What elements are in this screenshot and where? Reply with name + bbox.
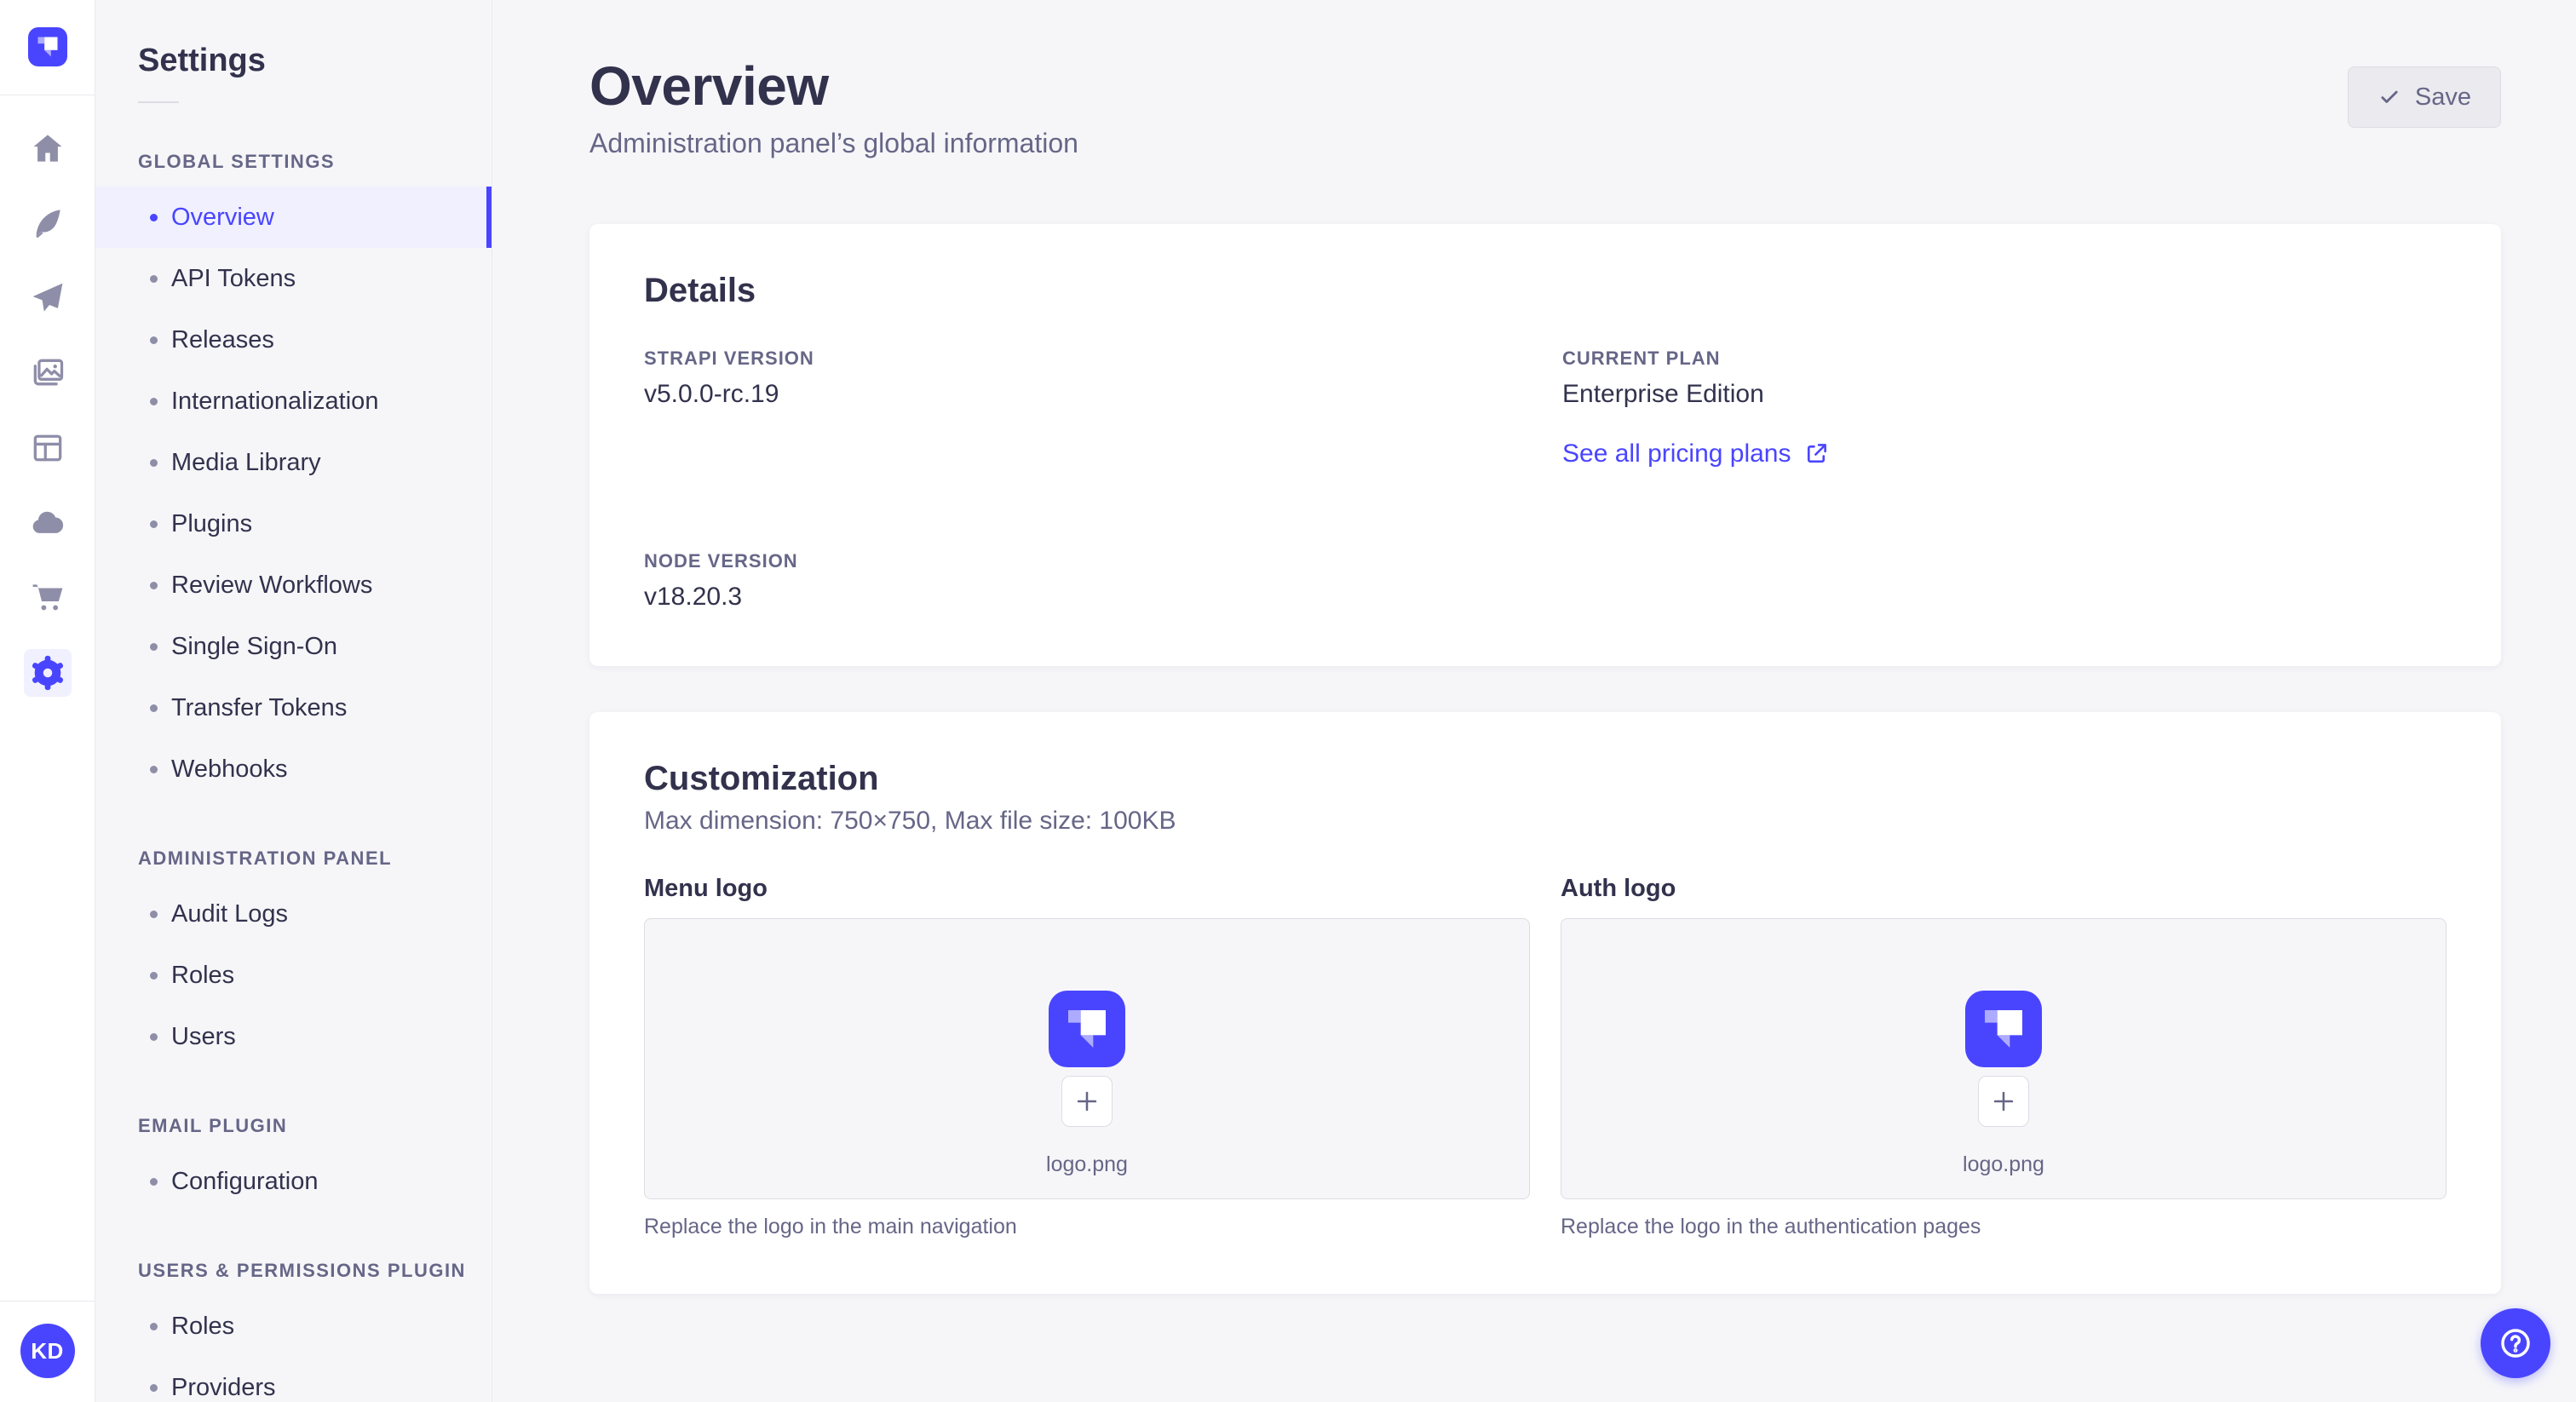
sidebar-item-webhooks[interactable]: Webhooks xyxy=(95,738,492,800)
bullet-icon xyxy=(150,1322,158,1330)
field-label: Strapi version xyxy=(644,348,814,369)
field-strapi-version: Strapi version v5.0.0-rc.19 xyxy=(644,348,1528,468)
add-logo-button[interactable] xyxy=(1061,1076,1113,1127)
sidebar-section-email-plugin: Email plugin xyxy=(138,1115,288,1136)
settings-gear-icon[interactable] xyxy=(23,649,72,697)
sidebar-section-users-permissions-plugin: Users & Permissions plugin xyxy=(138,1260,466,1281)
strapi-logo xyxy=(1049,991,1125,1067)
sidebar-item-up-providers[interactable]: Providers xyxy=(95,1357,492,1402)
add-logo-button[interactable] xyxy=(1978,1076,2029,1127)
logo-filename: logo.png xyxy=(1963,1152,2044,1176)
menu-logo-hint: Replace the logo in the main navigation xyxy=(644,1215,1017,1238)
sidebar-item-transfer-tokens[interactable]: Transfer Tokens xyxy=(95,677,492,738)
strapi-logo[interactable] xyxy=(27,27,67,66)
auth-logo-label: Auth logo xyxy=(1561,875,1676,902)
help-button[interactable] xyxy=(2481,1308,2550,1378)
bullet-icon xyxy=(150,581,158,589)
auth-logo-hint: Replace the logo in the authentication p… xyxy=(1561,1215,1981,1238)
page-header: Overview Administration panel’s global i… xyxy=(589,55,2501,159)
cloud-icon[interactable] xyxy=(24,499,72,547)
sidebar-item-overview[interactable]: Overview xyxy=(95,187,492,248)
page-subtitle: Administration panel’s global informatio… xyxy=(589,128,1078,158)
pricing-plans-link[interactable]: See all pricing plans xyxy=(1562,440,1829,468)
check-icon xyxy=(2378,85,2401,109)
logo-filename: logo.png xyxy=(1046,1152,1128,1176)
sidebar-item-admin-users[interactable]: Users xyxy=(95,1006,492,1067)
menu-logo-dropzone[interactable]: logo.png xyxy=(644,918,1530,1199)
bullet-icon xyxy=(150,1177,158,1186)
sidebar-item-internationalization[interactable]: Internationalization xyxy=(95,371,492,432)
strapi-logo xyxy=(1965,991,2042,1067)
media-library-icon[interactable] xyxy=(24,349,72,397)
field-value: Enterprise Edition xyxy=(1562,380,1764,408)
bullet-icon xyxy=(150,642,158,651)
sidebar-item-api-tokens[interactable]: API Tokens xyxy=(95,248,492,309)
customization-card-title: Customization xyxy=(644,760,879,797)
settings-sidebar: Settings Global Settings Overview API To… xyxy=(95,0,492,1402)
plus-icon xyxy=(1072,1087,1101,1116)
external-link-icon xyxy=(1803,441,1829,467)
save-button[interactable]: Save xyxy=(2347,66,2501,128)
rail-bottom: KD xyxy=(0,1301,95,1402)
bullet-icon xyxy=(150,520,158,528)
sidebar-item-plugins[interactable]: Plugins xyxy=(95,493,492,554)
sidebar-item-review-workflows[interactable]: Review Workflows xyxy=(95,554,492,616)
auth-logo-field: Auth logo logo.png Replace the logo in t… xyxy=(1561,875,2447,1239)
field-value: v18.20.3 xyxy=(644,583,743,611)
page-title: Overview xyxy=(589,55,829,117)
bullet-icon xyxy=(150,397,158,405)
bullet-icon xyxy=(150,336,158,344)
sidebar-section-global-settings: Global Settings xyxy=(138,151,336,172)
sidebar-item-up-roles[interactable]: Roles xyxy=(95,1296,492,1357)
field-label: Current plan xyxy=(1562,348,1721,369)
sidebar-item-single-sign-on[interactable]: Single Sign-On xyxy=(95,616,492,677)
bullet-icon xyxy=(150,274,158,283)
main-nav-rail: KD xyxy=(0,0,95,1402)
sidebar-title-divider xyxy=(138,101,179,103)
bullet-icon xyxy=(150,971,158,980)
bullet-icon xyxy=(150,458,158,467)
field-current-plan: Current plan Enterprise Edition See all … xyxy=(1562,348,2447,468)
field-node-version: Node version v18.20.3 xyxy=(644,550,1528,612)
sidebar-title: Settings xyxy=(138,43,266,78)
help-question-icon xyxy=(2497,1324,2534,1362)
plus-icon xyxy=(1989,1087,2018,1116)
sidebar-item-audit-logs[interactable]: Audit Logs xyxy=(95,883,492,945)
feather-icon[interactable] xyxy=(24,199,72,247)
sidebar-item-email-configuration[interactable]: Configuration xyxy=(95,1151,492,1212)
sidebar-item-media-library[interactable]: Media Library xyxy=(95,432,492,493)
bullet-icon xyxy=(150,910,158,918)
auth-logo-dropzone[interactable]: logo.png xyxy=(1561,918,2447,1199)
sidebar-section-administration-panel: Administration panel xyxy=(138,848,393,869)
cart-icon[interactable] xyxy=(24,574,72,622)
bullet-icon xyxy=(150,1383,158,1392)
bullet-icon xyxy=(150,704,158,712)
customization-constraints: Max dimension: 750×750, Max file size: 1… xyxy=(644,807,1176,835)
main-content: Overview Administration panel’s global i… xyxy=(492,0,2576,1402)
sidebar-item-releases[interactable]: Releases xyxy=(95,309,492,371)
bullet-icon xyxy=(150,1032,158,1041)
menu-logo-label: Menu logo xyxy=(644,875,768,902)
menu-logo-field: Menu logo logo.png Replace the logo in t… xyxy=(644,875,1530,1239)
sidebar-item-admin-roles[interactable]: Roles xyxy=(95,945,492,1006)
layout-icon[interactable] xyxy=(24,424,72,472)
details-card: Details Strapi version v5.0.0-rc.19 Curr… xyxy=(589,224,2501,666)
field-label: Node version xyxy=(644,550,798,572)
bullet-icon xyxy=(150,213,158,221)
details-card-title: Details xyxy=(644,272,756,309)
paper-plane-icon[interactable] xyxy=(24,274,72,322)
pricing-link-label: See all pricing plans xyxy=(1562,440,1791,468)
home-icon[interactable] xyxy=(24,124,72,172)
save-button-label: Save xyxy=(2414,83,2471,111)
customization-card: Customization Max dimension: 750×750, Ma… xyxy=(589,712,2501,1294)
user-avatar[interactable]: KD xyxy=(20,1324,75,1378)
bullet-icon xyxy=(150,765,158,773)
field-value: v5.0.0-rc.19 xyxy=(644,380,779,408)
